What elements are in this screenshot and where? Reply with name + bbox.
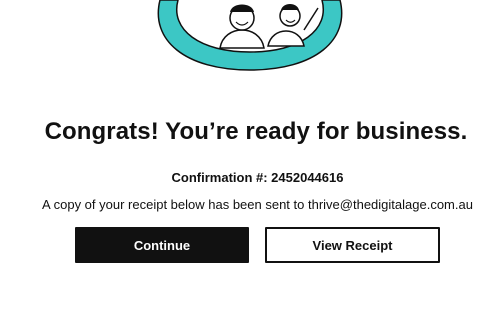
confirmation-page: Congrats! You’re ready for business. Con… — [0, 0, 500, 332]
page-title: Congrats! You’re ready for business. — [44, 118, 468, 145]
celebration-illustration — [157, 0, 343, 71]
person-left-icon — [219, 4, 265, 49]
confirmation-number: Confirmation #: 2452044616 — [171, 170, 344, 185]
continue-button[interactable]: Continue — [75, 227, 249, 263]
view-receipt-button[interactable]: View Receipt — [265, 227, 440, 263]
receipt-note: A copy of your receipt below has been se… — [42, 197, 473, 212]
